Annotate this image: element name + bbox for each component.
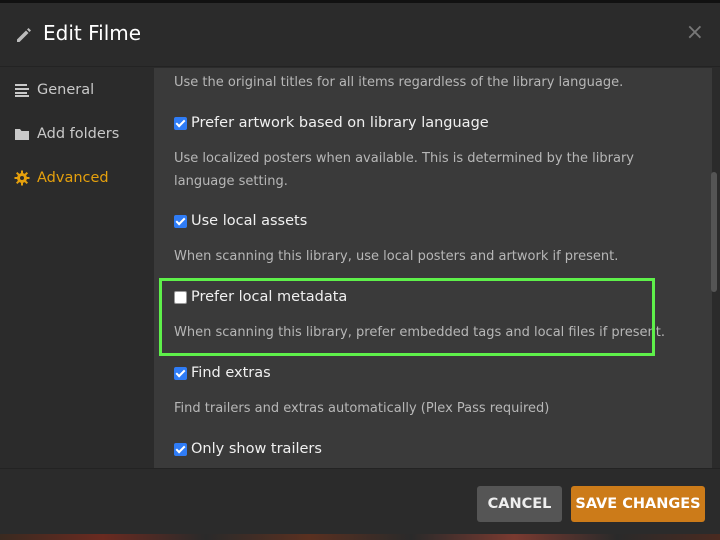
pencil-icon [14, 25, 34, 45]
sidebar-item-add-folders[interactable]: Add folders [14, 122, 119, 146]
checkbox-checked[interactable] [174, 366, 187, 380]
advanced-settings-panel: Use the original titles for all items re… [154, 68, 712, 468]
option-description: Use localized posters when available. Th… [174, 151, 634, 189]
dialog-footer: CANCEL SAVE CHANGES [0, 468, 720, 534]
option-label: Use local assets [191, 213, 308, 229]
list-icon [14, 82, 30, 98]
sidebar: General Add folders Advanced [0, 68, 154, 468]
original-titles-description: Use the original titles for all items re… [174, 75, 624, 90]
checkbox-checked[interactable] [174, 214, 187, 228]
sidebar-item-label: General [37, 82, 95, 98]
use-local-assets-option[interactable]: Use local assets [174, 213, 307, 229]
checkbox-checked[interactable] [174, 116, 187, 130]
sidebar-item-general[interactable]: General [14, 78, 94, 102]
sidebar-item-label: Advanced [37, 170, 109, 186]
gear-icon [14, 170, 30, 186]
save-changes-button[interactable]: SAVE CHANGES [571, 486, 705, 522]
edit-library-dialog: Edit Filme × General Add folders Advance… [0, 0, 720, 540]
sidebar-item-label: Add folders [37, 126, 120, 142]
prefer-artwork-option[interactable]: Prefer artwork based on library language [174, 115, 489, 131]
scrollbar[interactable] [711, 172, 717, 292]
background-strip [0, 534, 720, 540]
sidebar-item-advanced[interactable]: Advanced [14, 166, 109, 190]
option-label: Prefer artwork based on library language [191, 115, 489, 131]
checkbox-checked[interactable] [174, 442, 187, 456]
find-extras-option[interactable]: Find extras [174, 365, 271, 381]
only-show-trailers-option[interactable]: Only show trailers [174, 441, 322, 457]
option-description: Find trailers and extras automatically (… [174, 401, 550, 416]
option-label: Only show trailers [191, 441, 322, 457]
folder-icon [14, 126, 30, 142]
close-icon[interactable]: × [686, 22, 704, 44]
option-label: Find extras [191, 365, 271, 381]
dialog-header: Edit Filme × [0, 3, 720, 67]
highlight-box [159, 278, 655, 356]
dialog-title: Edit Filme [43, 21, 142, 45]
cancel-button[interactable]: CANCEL [477, 486, 562, 522]
option-description: When scanning this library, use local po… [174, 249, 619, 264]
